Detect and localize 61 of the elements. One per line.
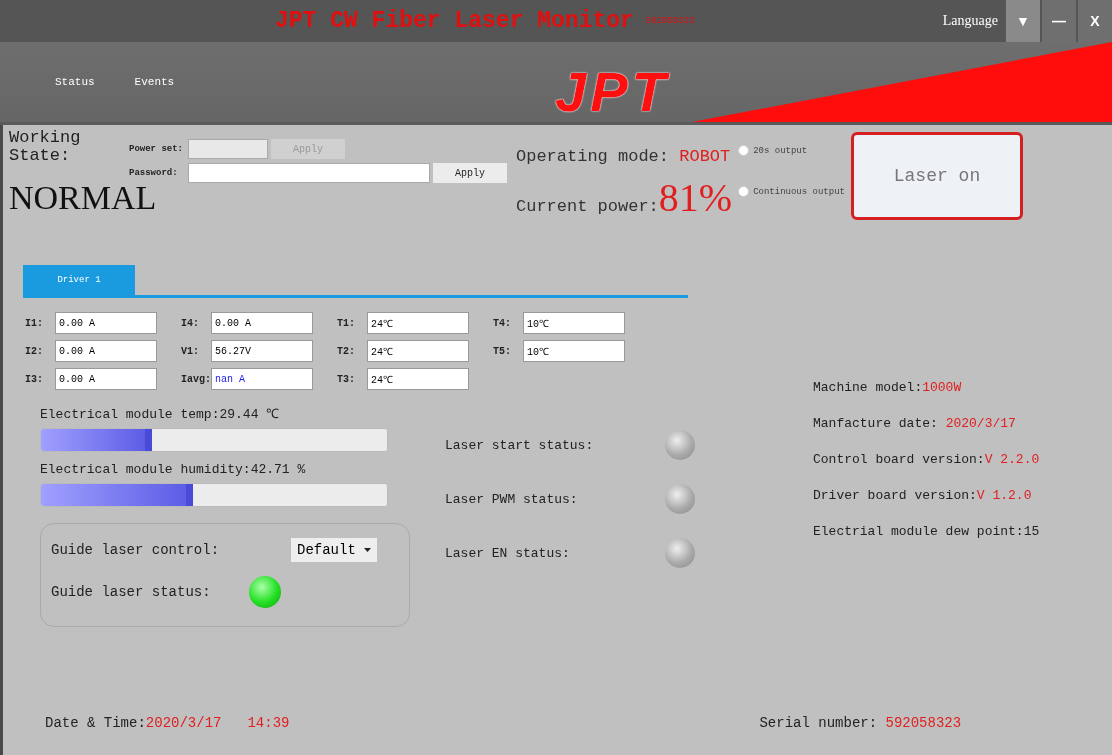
output-radio[interactable]: Continuous output [738, 186, 845, 197]
meter-label: Electrical module humidity:42.71 % [40, 462, 307, 477]
field-label: I1: [25, 317, 44, 329]
field-label: T1: [337, 317, 356, 329]
close-button[interactable]: X [1078, 0, 1112, 42]
minimize-button[interactable]: — [1042, 0, 1076, 42]
field-label: I2: [25, 345, 44, 357]
field-label: I4: [181, 317, 200, 329]
output-radio[interactable]: 20s output [738, 145, 845, 156]
time-text: 14:39 [247, 715, 290, 731]
password-label: Password: [129, 168, 179, 178]
nav-tab[interactable]: Events [134, 76, 175, 88]
nav-tab[interactable]: Status [55, 76, 95, 88]
password-field[interactable] [188, 163, 430, 183]
value-field: 0.00 A [55, 340, 157, 362]
value-field: 56.27V [211, 340, 313, 362]
value-field: 10℃ [523, 312, 625, 334]
lamp-label: Laser start status: [445, 437, 595, 453]
lamp-label: Laser PWM status: [445, 491, 579, 507]
language-dropdown-button[interactable]: ▼ [1006, 0, 1040, 42]
value-field: 10℃ [523, 340, 625, 362]
field-label: T2: [337, 345, 356, 357]
guide-control-dropdown[interactable]: Default [291, 538, 377, 562]
value-field: 24℃ [367, 368, 469, 390]
operating-mode-text: Operating mode: ROBOT [516, 147, 732, 166]
field-label: T5: [493, 345, 512, 357]
meter-label: Electrical module temp:29.44 ℃ [40, 406, 281, 422]
info-text: Control board version:V 2.2.0 [813, 452, 1040, 467]
current-power-text: Current power:81% [516, 174, 733, 221]
working-state-label: Working State: [9, 129, 82, 165]
value-field: 24℃ [367, 312, 469, 334]
field-label: I3: [25, 373, 44, 385]
field-label: V1: [181, 345, 200, 357]
apply-button[interactable]: Apply [433, 163, 507, 183]
value-field: 0.00 A [211, 312, 313, 334]
language-label: Language [942, 13, 998, 29]
field-label: Iavg: [181, 373, 211, 385]
info-text: Manfacture date: 2020/3/17 [813, 416, 1017, 431]
lamp-label: Laser EN status: [445, 545, 571, 561]
value-field: nan A [211, 368, 313, 390]
serial-number-text: Serial number: 592058323 [759, 715, 962, 731]
window-title: JPT CW Fiber Laser Monitor [275, 8, 634, 34]
value-field: 24℃ [367, 340, 469, 362]
driver-tab[interactable]: Driver 1 [23, 265, 135, 295]
working-state-value: NORMAL [9, 178, 157, 218]
banner-wedge-icon [692, 42, 1112, 122]
guide-control-label: Guide laser control: [51, 542, 221, 558]
window-subtitle: 592058323 [645, 16, 695, 26]
info-text: Machine model:1000W [813, 380, 963, 395]
value-field: 0.00 A [55, 312, 157, 334]
power-set-label: Power set: [129, 144, 184, 154]
laser-on-button[interactable]: Laser on [851, 132, 1023, 220]
caret-icon [363, 548, 371, 552]
field-label: T4: [493, 317, 512, 329]
field-label: T3: [337, 373, 356, 385]
guide-status-label: Guide laser status: [51, 584, 212, 600]
date-time-text: Date & Time:2020/3/17 [45, 715, 222, 731]
value-field: 0.00 A [55, 368, 157, 390]
info-text: Driver board version:V 1.2.0 [813, 488, 1033, 503]
logo: JPT [555, 64, 670, 120]
info-text: Electrial module dew point:15 [813, 524, 1040, 539]
